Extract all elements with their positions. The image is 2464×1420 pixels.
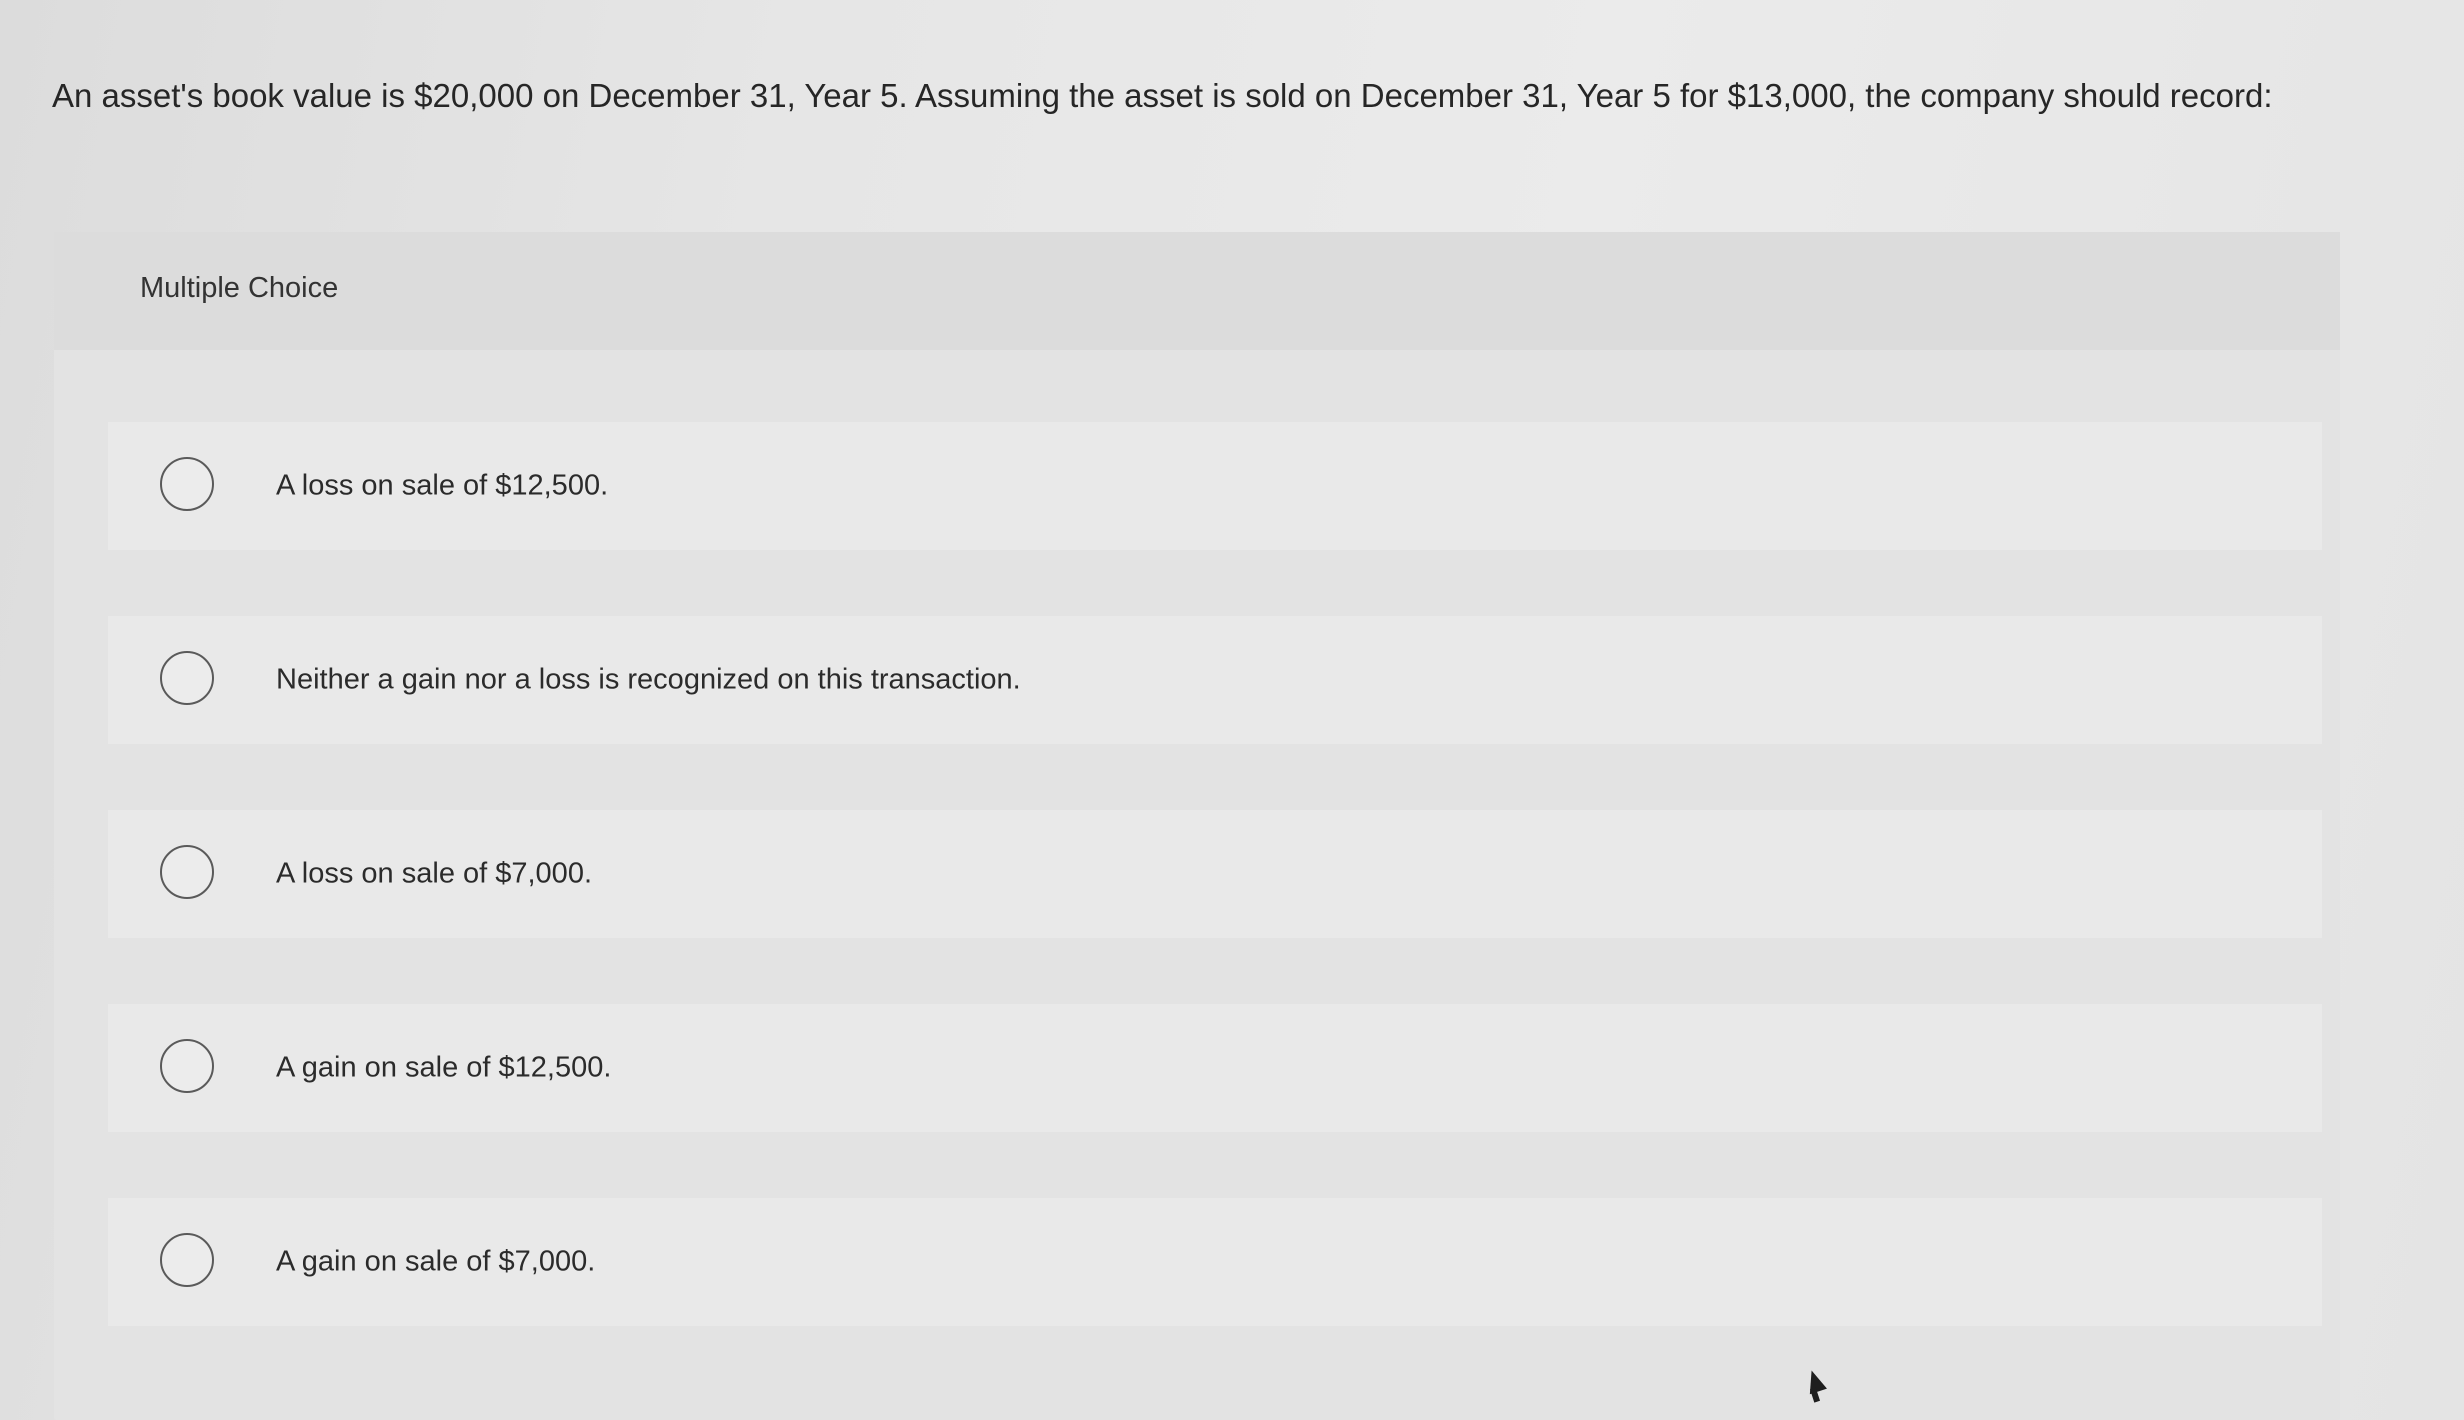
question-text: An asset's book value is $20,000 on Dece… [52, 77, 2273, 114]
radio-unchecked-icon[interactable] [160, 651, 214, 705]
answer-option-label: Neither a gain nor a loss is recognized … [276, 663, 1021, 696]
radio-unchecked-icon[interactable] [160, 1039, 214, 1093]
multiple-choice-header: Multiple Choice [54, 232, 2340, 350]
radio-unchecked-icon[interactable] [160, 457, 214, 511]
answer-option-label: A gain on sale of $12,500. [276, 1051, 612, 1084]
answer-option-label: A gain on sale of $7,000. [276, 1245, 596, 1278]
answer-option-5[interactable]: A gain on sale of $7,000. [108, 1198, 2322, 1326]
radio-unchecked-icon[interactable] [160, 1233, 214, 1287]
answer-options: A loss on sale of $12,500. Neither a gai… [108, 422, 2322, 1392]
answer-option-4[interactable]: A gain on sale of $12,500. [108, 1004, 2322, 1132]
radio-unchecked-icon[interactable] [160, 845, 214, 899]
answer-option-label: A loss on sale of $12,500. [276, 469, 609, 502]
answer-option-2[interactable]: Neither a gain nor a loss is recognized … [108, 616, 2322, 744]
multiple-choice-panel: Multiple Choice A loss on sale of $12,50… [54, 232, 2340, 1420]
multiple-choice-title: Multiple Choice [140, 272, 339, 304]
answer-option-1[interactable]: A loss on sale of $12,500. [108, 422, 2322, 550]
answer-option-label: A loss on sale of $7,000. [276, 857, 592, 890]
answer-option-3[interactable]: A loss on sale of $7,000. [108, 810, 2322, 938]
